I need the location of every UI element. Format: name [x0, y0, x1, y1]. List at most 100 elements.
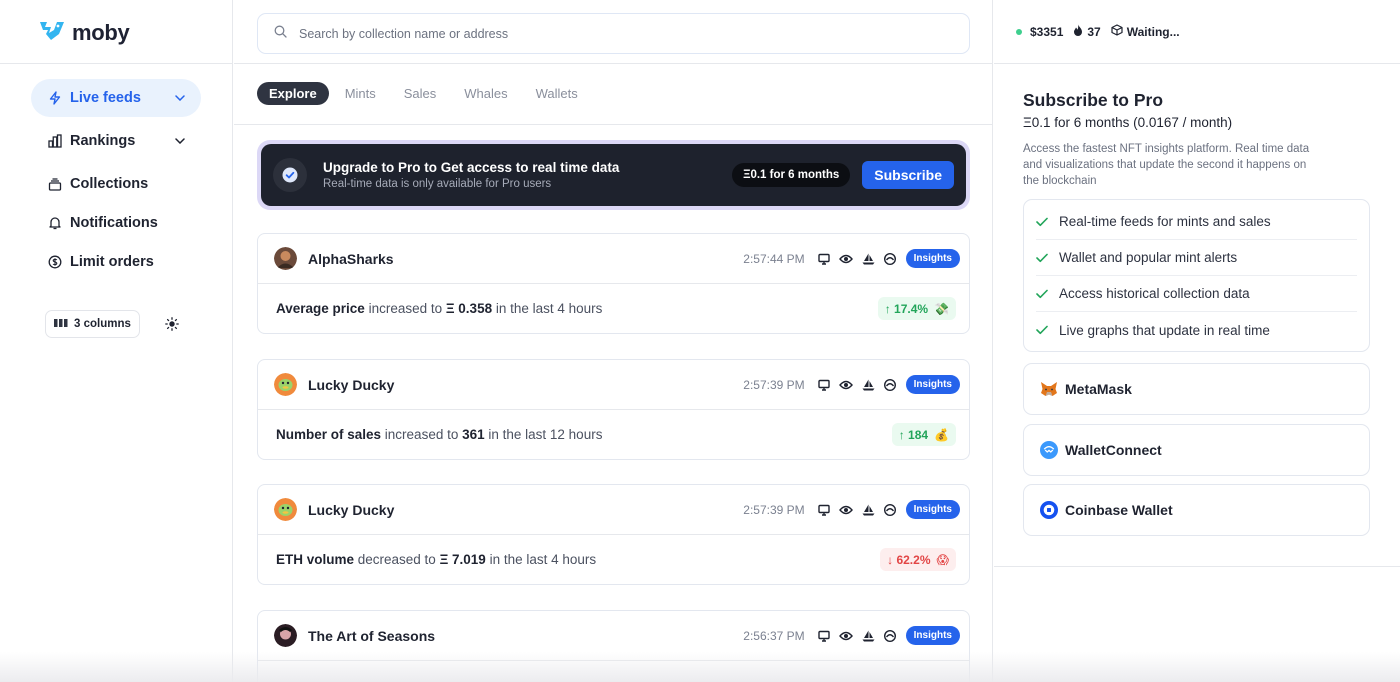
change-value: ↑ 17.4%	[884, 301, 929, 316]
looksrare-icon[interactable]	[883, 502, 898, 517]
walletconnect-button[interactable]: WalletConnect	[1023, 424, 1370, 476]
monitor-icon[interactable]	[817, 251, 832, 266]
block-status: Waiting...	[1111, 24, 1180, 39]
change-badge: ↑ 17.4% 💸	[877, 297, 956, 320]
search-bar[interactable]	[257, 13, 970, 54]
insights-button[interactable]: Insights	[905, 500, 960, 519]
search-input[interactable]	[299, 26, 899, 41]
sailboat-icon[interactable]	[861, 628, 876, 643]
eye-icon[interactable]	[839, 251, 854, 266]
collection-avatar[interactable]	[274, 247, 297, 270]
looksrare-icon[interactable]	[883, 251, 898, 266]
eth-price: $3351	[1016, 25, 1063, 39]
looksrare-icon[interactable]	[883, 377, 898, 392]
wallet-label: MetaMask	[1065, 381, 1132, 397]
monitor-icon[interactable]	[817, 628, 832, 643]
feature-label: Real-time feeds for mints and sales	[1059, 214, 1271, 229]
tab-wallets[interactable]: Wallets	[524, 82, 590, 105]
checkmark-icon	[1036, 217, 1052, 227]
event-timestamp: 2:57:39 PM	[743, 377, 805, 392]
collection-name[interactable]: Lucky Ducky	[308, 377, 743, 393]
sidebar-item-label: Limit orders	[70, 254, 154, 270]
sidebar-item-limit-orders[interactable]: Limit orders	[31, 243, 201, 281]
sailboat-icon[interactable]	[861, 502, 876, 517]
collections-icon	[47, 176, 63, 192]
metamask-button[interactable]: MetaMask	[1023, 363, 1370, 415]
change-badge: ↑ 184 💰	[891, 423, 956, 446]
walletconnect-icon	[1040, 441, 1058, 459]
tab-mints[interactable]: Mints	[333, 82, 388, 105]
main-feed: Explore Mints Sales Whales Wallets Upgra…	[234, 0, 993, 682]
sidebar-item-collections[interactable]: Collections	[31, 165, 201, 203]
event-value: Ξ 0.358	[445, 301, 493, 316]
lightning-icon	[47, 90, 63, 106]
event-value: 361	[462, 427, 485, 442]
event-verb: increased to	[381, 427, 463, 442]
sidebar-item-rankings[interactable]: Rankings	[31, 122, 201, 160]
checkmark-icon	[1036, 289, 1052, 299]
verified-check-icon	[273, 158, 307, 192]
sailboat-icon[interactable]	[861, 251, 876, 266]
pro-feature-list: Real-time feeds for mints and sales Wall…	[1023, 199, 1370, 352]
feature-item: Access historical collection data	[1036, 276, 1357, 312]
tab-whales[interactable]: Whales	[452, 82, 519, 105]
collection-avatar[interactable]	[274, 624, 297, 647]
gas-price: 37	[1073, 24, 1101, 39]
insights-button[interactable]: Insights	[905, 626, 960, 645]
theme-toggle-sun-icon[interactable]	[164, 316, 180, 332]
feed-card: Lucky Ducky 2:57:39 PM Insights ETH volu…	[257, 484, 970, 585]
feature-label: Access historical collection data	[1059, 286, 1250, 301]
dollar-circle-icon	[47, 254, 63, 270]
columns-button[interactable]: 3 columns	[45, 310, 140, 338]
tab-sales[interactable]: Sales	[392, 82, 449, 105]
change-value: ↓ 62.2%	[887, 552, 931, 567]
subscribe-button[interactable]: Subscribe	[862, 161, 954, 189]
collection-name[interactable]: Lucky Ducky	[308, 502, 743, 518]
eye-icon[interactable]	[839, 377, 854, 392]
pro-description: Access the fastest NFT insights platform…	[1023, 143, 1310, 187]
coinbase-wallet-button[interactable]: Coinbase Wallet	[1023, 484, 1370, 536]
status-bar: $3351 37 Waiting...	[1016, 24, 1180, 39]
sidebar-item-notifications[interactable]: Notifications	[31, 204, 201, 242]
tab-explore[interactable]: Explore	[257, 82, 329, 105]
collection-name[interactable]: AlphaSharks	[308, 251, 743, 267]
main-divider	[234, 63, 992, 64]
feed-card: The Art of Seasons 2:56:37 PM Insights	[257, 610, 970, 682]
upgrade-banner-subtitle: Real-time data is only available for Pro…	[323, 178, 552, 190]
event-description: ETH volume decreased to Ξ 7.019 in the l…	[276, 552, 880, 567]
eye-icon[interactable]	[839, 628, 854, 643]
sidebar-item-label: Rankings	[70, 133, 136, 149]
insights-button[interactable]: Insights	[905, 249, 960, 268]
event-period: in the last 4 hours	[485, 552, 597, 567]
sidebar-item-live-feeds[interactable]: Live feeds	[31, 79, 201, 117]
collection-avatar[interactable]	[274, 373, 297, 396]
change-badge: ↓ 62.2% 😱	[880, 548, 956, 571]
moby-whale-icon	[38, 18, 66, 47]
event-value: Ξ 7.019	[439, 552, 486, 567]
feed-tabs: Explore Mints Sales Whales Wallets	[257, 82, 590, 105]
brand-logo[interactable]: moby	[38, 18, 130, 47]
event-verb: decreased to	[354, 552, 440, 567]
collection-name[interactable]: The Art of Seasons	[308, 628, 743, 644]
collection-avatar[interactable]	[274, 498, 297, 521]
looksrare-icon[interactable]	[883, 628, 898, 643]
eth-price-value: $3351	[1030, 24, 1064, 39]
monitor-icon[interactable]	[817, 377, 832, 392]
checkmark-icon	[1036, 253, 1052, 263]
columns-label: 3 columns	[74, 318, 131, 330]
feature-item: Real-time feeds for mints and sales	[1036, 204, 1357, 240]
insights-button[interactable]: Insights	[905, 375, 960, 394]
event-description: Average price increased to Ξ 0.358 in th…	[276, 301, 878, 316]
marketplace-links	[817, 502, 898, 517]
sailboat-icon[interactable]	[861, 377, 876, 392]
metamask-fox-icon	[1040, 380, 1058, 398]
feature-item: Wallet and popular mint alerts	[1036, 240, 1357, 276]
eye-icon[interactable]	[839, 502, 854, 517]
right-bottom-divider	[994, 566, 1400, 567]
money-bag-emoji-icon: 💰	[934, 427, 949, 442]
right-divider	[994, 63, 1400, 64]
right-panel: $3351 37 Waiting... Subscribe to Pro Ξ0.…	[994, 0, 1400, 682]
wallet-label: WalletConnect	[1065, 442, 1162, 458]
monitor-icon[interactable]	[817, 502, 832, 517]
event-metric: ETH volume	[276, 552, 355, 567]
